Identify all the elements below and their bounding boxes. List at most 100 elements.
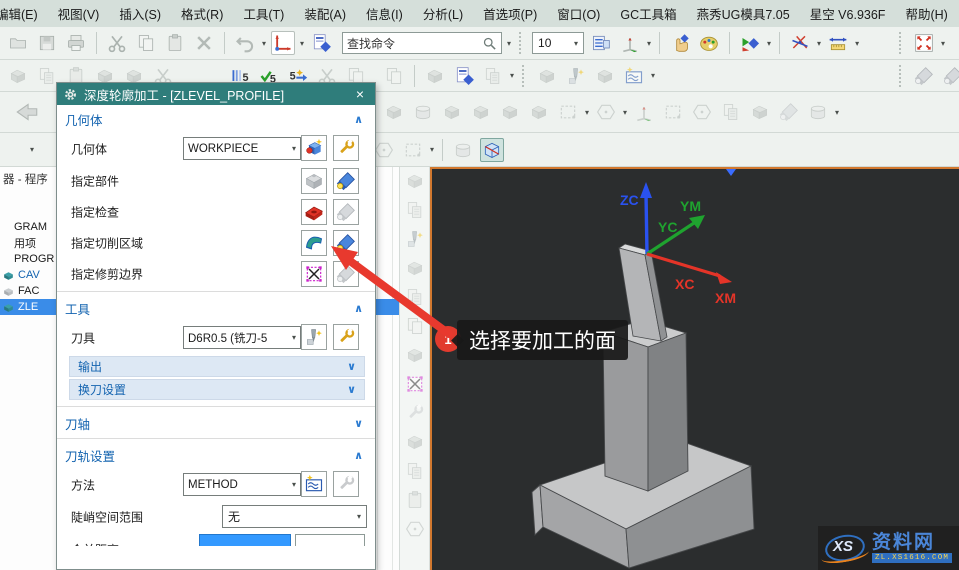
- cube-icon[interactable]: [748, 100, 772, 124]
- datum-csys-icon[interactable]: [632, 100, 656, 124]
- create-geometry-icon[interactable]: [593, 64, 617, 88]
- menu-view[interactable]: 视图(V): [48, 4, 110, 23]
- chevron-up-icon[interactable]: ∧: [354, 449, 363, 462]
- select-trim-button[interactable]: [301, 261, 327, 287]
- paste-icon[interactable]: [163, 31, 187, 55]
- cam-tool-icon[interactable]: [405, 519, 425, 539]
- new-method-button[interactable]: [301, 471, 327, 497]
- flashlight-select-icon[interactable]: [941, 64, 959, 88]
- object-display-icon[interactable]: [697, 31, 721, 55]
- menu-information[interactable]: 信息(I): [356, 4, 413, 23]
- back-arrow-icon[interactable]: [12, 97, 42, 127]
- search-icon[interactable]: [482, 36, 497, 51]
- menu-format[interactable]: 格式(R): [171, 4, 233, 23]
- sweep-icon[interactable]: [527, 100, 551, 124]
- fit-view-dropdown-icon[interactable]: ▾: [941, 39, 945, 48]
- create-tool-icon[interactable]: [564, 64, 588, 88]
- select-check-button[interactable]: [301, 199, 327, 225]
- orient-view-icon[interactable]: [271, 31, 296, 55]
- orient-view-dropdown-icon[interactable]: ▾: [300, 39, 304, 48]
- delete-icon[interactable]: [192, 31, 216, 55]
- chevron-down-icon[interactable]: ∨: [354, 417, 363, 430]
- menu-xingkong[interactable]: 星空 V6.936F: [800, 4, 896, 23]
- chevron-down-icon[interactable]: ∨: [347, 360, 356, 373]
- cam-tool-icon[interactable]: [405, 229, 425, 249]
- edit-method-button[interactable]: [333, 471, 359, 497]
- cone-icon[interactable]: [777, 100, 801, 124]
- revolve-icon[interactable]: [411, 100, 435, 124]
- rectangle-dropdown-icon[interactable]: ▾: [585, 108, 589, 117]
- display-part-button[interactable]: [333, 168, 359, 194]
- section-tool[interactable]: 工具 ∧: [57, 294, 375, 321]
- select-cut-area-button[interactable]: [301, 230, 327, 256]
- cam-generic-icon[interactable]: [423, 64, 447, 88]
- show-hide-dropdown-icon[interactable]: ▾: [767, 39, 771, 48]
- print-icon[interactable]: [64, 31, 88, 55]
- cam-tool-icon[interactable]: [405, 374, 425, 394]
- cam-tool-icon[interactable]: [405, 461, 425, 481]
- open-icon[interactable]: [6, 31, 30, 55]
- method-combo[interactable]: METHOD ▾: [183, 473, 301, 496]
- cam-tool-icon[interactable]: [405, 200, 425, 220]
- merge-distance-input[interactable]: [199, 534, 291, 546]
- block-icon[interactable]: [440, 100, 464, 124]
- cam-tool-icon[interactable]: [405, 490, 425, 510]
- create-method-dropdown-icon[interactable]: ▾: [651, 71, 655, 80]
- output-subsection[interactable]: 输出 ∨: [69, 356, 365, 377]
- chevron-down-icon[interactable]: ∨: [347, 383, 356, 396]
- section-path-settings[interactable]: 刀轨设置 ∧: [57, 441, 375, 468]
- graphics-viewport[interactable]: ZC YM YC XC XM 1 选择要加工的面 XS 资料网 ZL.XS161…: [430, 167, 959, 570]
- display-trim-button[interactable]: [333, 261, 359, 287]
- work-layer-combo[interactable]: 10 ▾: [532, 32, 585, 54]
- wcs-icon[interactable]: [618, 31, 642, 55]
- menu-preferences[interactable]: 首选项(P): [473, 4, 547, 23]
- left-panel-dropdown-icon[interactable]: ▾: [30, 145, 34, 154]
- create-method-icon[interactable]: [622, 64, 646, 88]
- report-icon[interactable]: [452, 64, 476, 88]
- extrude-icon[interactable]: [382, 100, 406, 124]
- datum-plane-icon[interactable]: [661, 100, 685, 124]
- fit-view-icon[interactable]: [912, 31, 936, 55]
- measure-dropdown-icon[interactable]: ▾: [817, 39, 821, 48]
- section-geometry[interactable]: 几何体 ∧: [57, 105, 375, 132]
- tool-change-subsection[interactable]: 换刀设置 ∨: [69, 379, 365, 400]
- command-finder-box[interactable]: 查找命令: [342, 32, 502, 54]
- display-check-button[interactable]: [333, 199, 359, 225]
- sketch-region-icon[interactable]: [401, 138, 425, 162]
- sketch-dropdown-icon[interactable]: ▾: [430, 145, 434, 154]
- edit-tool-button[interactable]: [333, 324, 359, 350]
- move-object-icon[interactable]: [668, 31, 692, 55]
- cam-tool-icon[interactable]: [405, 287, 425, 307]
- chevron-up-icon[interactable]: ∧: [354, 113, 363, 126]
- undo-dropdown-icon[interactable]: ▾: [262, 39, 266, 48]
- menu-gc-toolbox[interactable]: GC工具箱: [610, 4, 686, 23]
- polygon-icon[interactable]: [594, 100, 618, 124]
- menu-help[interactable]: 帮助(H): [895, 4, 957, 23]
- display-cut-area-button[interactable]: [333, 230, 359, 256]
- ellipse-icon[interactable]: [806, 100, 830, 124]
- cut-icon[interactable]: [105, 31, 129, 55]
- tool-combo[interactable]: D6R0.5 (铣刀-5 ▾: [183, 326, 301, 349]
- chevron-up-icon[interactable]: ∧: [354, 302, 363, 315]
- dimension-dropdown-icon[interactable]: ▾: [855, 39, 859, 48]
- text-icon[interactable]: [719, 100, 743, 124]
- cam-tool-icon[interactable]: [405, 403, 425, 423]
- menu-insert[interactable]: 插入(S): [109, 4, 171, 23]
- new-geometry-button[interactable]: [301, 135, 327, 161]
- menu-analysis[interactable]: 分析(L): [413, 4, 473, 23]
- menu-yanxiu-mold[interactable]: 燕秀UG模具7.05: [687, 4, 800, 23]
- measure-icon[interactable]: [788, 31, 812, 55]
- mirror-icon[interactable]: [469, 100, 493, 124]
- undo-icon[interactable]: [233, 31, 257, 55]
- steep-combo[interactable]: 无 ▾: [222, 505, 367, 528]
- select-part-button[interactable]: [301, 168, 327, 194]
- layer-settings-icon[interactable]: [589, 31, 613, 55]
- dialog-title-bar[interactable]: 深度轮廓加工 - [ZLEVEL_PROFILE] ×: [57, 83, 375, 105]
- rectangle-icon[interactable]: [556, 100, 580, 124]
- machining-time-icon[interactable]: [481, 64, 505, 88]
- menu-window[interactable]: 窗口(O): [547, 4, 610, 23]
- paste-toolpath-icon[interactable]: [382, 64, 406, 88]
- cam-tool-icon[interactable]: [405, 345, 425, 365]
- flashlight-locate-icon[interactable]: [912, 64, 936, 88]
- polygon-dropdown-icon[interactable]: ▾: [623, 108, 627, 117]
